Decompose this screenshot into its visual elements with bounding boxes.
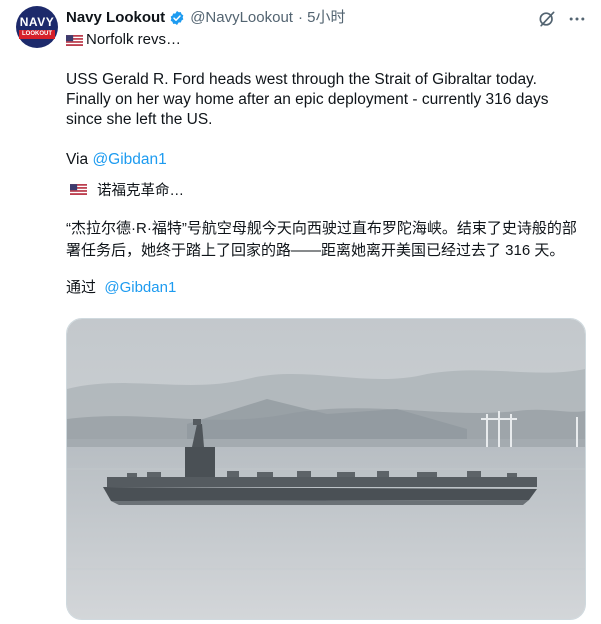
translation-header-text: 诺福克革命… (97, 183, 184, 199)
reply-context: Norfolk revs… (66, 31, 181, 49)
carrier-photo (67, 319, 585, 619)
translation-via-prefix: 通过 (66, 279, 97, 296)
us-flag-icon (66, 34, 83, 46)
tweet-text: USS Gerald R. Ford heads west through th… (66, 71, 549, 128)
avatar-logo-bottom: LOOKOUT (19, 29, 55, 39)
translation-header: 诺福克革命… (70, 179, 184, 200)
tweet-header: Navy Lookout @NavyLookout · 5小时 (66, 9, 345, 27)
author-name[interactable]: Navy Lookout (66, 9, 165, 27)
translation-via-mention-link[interactable]: @Gibdan1 (104, 279, 176, 296)
tweet-via: Via @Gibdan1 (66, 150, 586, 170)
via-mention-link[interactable]: @Gibdan1 (92, 151, 166, 168)
timestamp[interactable]: · 5小时 (298, 9, 346, 27)
grok-icon[interactable] (537, 9, 557, 29)
verified-badge-icon (170, 11, 184, 25)
header-actions (537, 9, 587, 29)
translation-text: “杰拉尔德·R·福特”号航空母舰今天向西驶过直布罗陀海峡。结束了史诗般的部署任务… (66, 220, 577, 259)
via-prefix: Via (66, 151, 93, 168)
avatar-logo-top: NAVY (19, 14, 55, 29)
us-flag-icon (70, 184, 87, 195)
tweet-media-photo[interactable] (66, 318, 586, 620)
avatar[interactable]: NAVY LOOKOUT (16, 6, 58, 48)
author-handle[interactable]: @NavyLookout (190, 9, 293, 27)
reply-context-text: Norfolk revs… (86, 31, 182, 48)
more-icon[interactable] (567, 9, 587, 29)
translation-via: 通过 @Gibdan1 (66, 278, 586, 298)
